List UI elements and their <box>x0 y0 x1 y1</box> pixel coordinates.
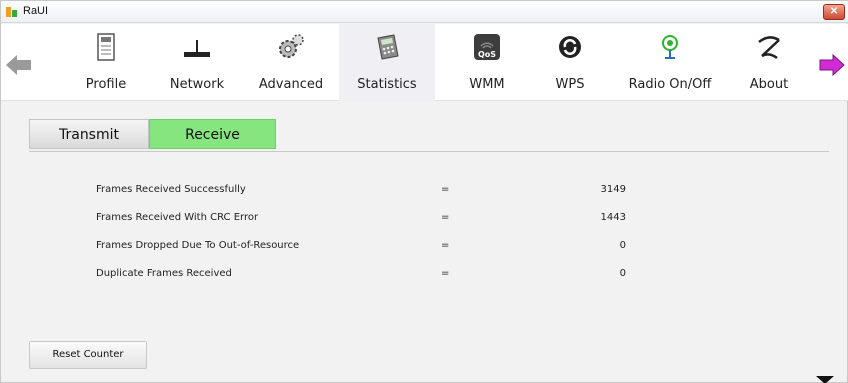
statistics-calculator-icon <box>377 34 399 60</box>
toolbar-label: Statistics <box>357 77 417 92</box>
window-title: RaUI <box>23 5 49 17</box>
toolbar-statistics[interactable]: Statistics <box>339 24 435 101</box>
stat-label: Frames Received With CRC Error <box>96 212 259 223</box>
toolbar-wps[interactable]: WPS <box>535 24 605 101</box>
svg-text:QoS: QoS <box>478 50 496 59</box>
stat-equals: = <box>441 240 450 251</box>
stat-value: 3149 <box>600 184 626 195</box>
toolbar-advanced[interactable]: Advanced <box>251 24 331 101</box>
tab-transmit[interactable]: Transmit <box>29 119 149 149</box>
stat-equals: = <box>441 212 450 223</box>
scroll-down-arrow-icon[interactable] <box>816 376 834 383</box>
toolbar-profile[interactable]: Profile <box>69 24 143 101</box>
toolbar-label: Network <box>169 77 225 92</box>
back-arrow-icon[interactable] <box>6 54 32 76</box>
toolbar-network[interactable]: Network <box>159 24 235 101</box>
reset-counter-button[interactable]: Reset Counter <box>29 341 147 369</box>
stat-value: 0 <box>619 240 626 251</box>
toolbar-label: Advanced <box>258 77 324 92</box>
toolbar-wmm[interactable]: QoS WMM <box>449 24 525 101</box>
tab-receive[interactable]: Receive <box>149 119 276 149</box>
title-bar: RaUI ✕ <box>1 1 848 23</box>
divider <box>29 151 829 152</box>
stat-equals: = <box>441 184 450 195</box>
wps-icon <box>559 36 581 58</box>
toolbar-about[interactable]: About <box>737 24 801 101</box>
stat-value: 1443 <box>600 212 626 223</box>
raui-app-icon <box>6 7 17 17</box>
stat-value: 0 <box>619 268 626 279</box>
toolbar-radio-onoff[interactable]: Radio On/Off <box>615 24 725 101</box>
toolbar-label: Profile <box>85 77 127 92</box>
close-button[interactable]: ✕ <box>823 4 845 20</box>
forward-arrow-icon[interactable] <box>819 54 845 76</box>
advanced-gears-icon <box>279 34 304 58</box>
toolbar-label: Radio On/Off <box>628 77 712 92</box>
toolbar-label: About <box>749 77 789 92</box>
app-window: RaUI ✕ Profile Network Advanced Statisti… <box>0 0 848 383</box>
wmm-qos-icon: QoS <box>474 34 500 60</box>
stat-label: Duplicate Frames Received <box>96 268 232 279</box>
radio-onoff-icon <box>662 35 678 59</box>
toolbar-label: WMM <box>469 77 505 92</box>
profile-icon <box>97 33 115 61</box>
stat-label: Frames Dropped Due To Out-of-Resource <box>96 240 300 251</box>
toolbar: Profile Network Advanced Statistics QoS … <box>1 24 848 101</box>
network-icon <box>184 40 210 57</box>
stat-equals: = <box>441 268 450 279</box>
stat-label: Frames Received Successfully <box>96 184 246 195</box>
toolbar-label: WPS <box>555 77 585 92</box>
about-icon <box>758 36 780 60</box>
